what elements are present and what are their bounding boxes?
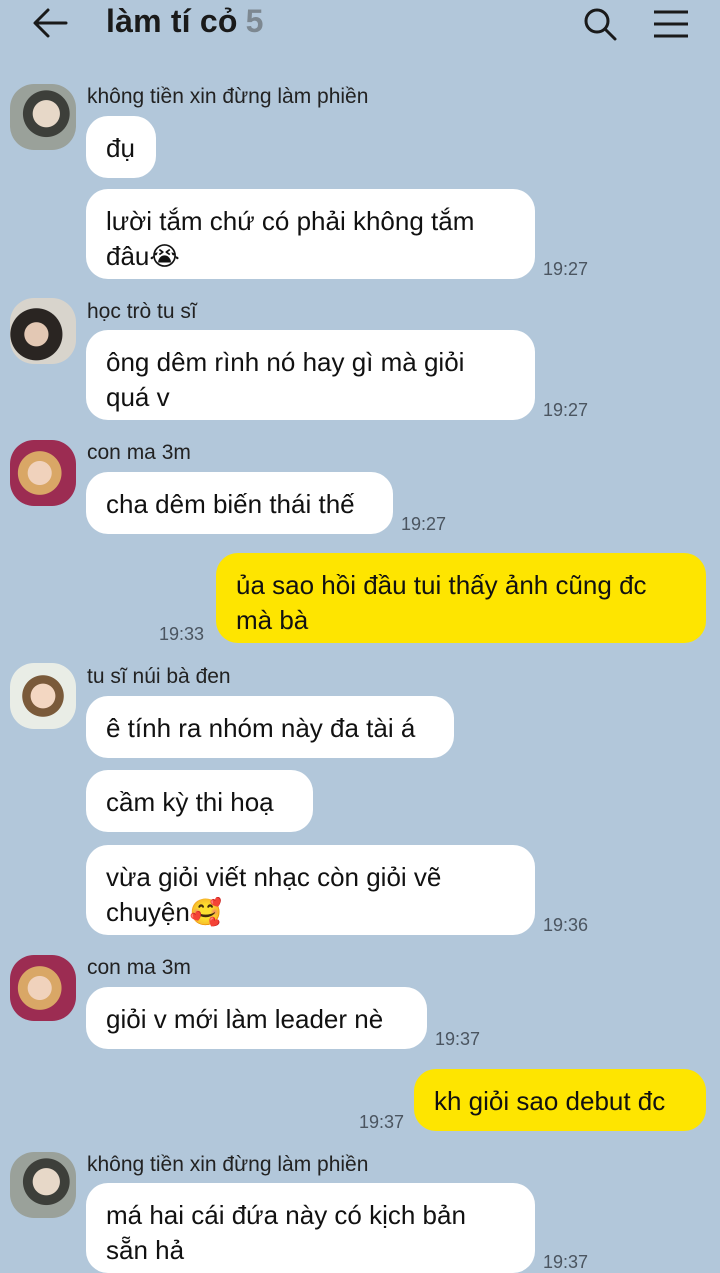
sender-name: con ma 3m: [87, 441, 191, 464]
message-bubble[interactable]: giỏi v mới làm leader nè: [86, 987, 427, 1049]
hamburger-menu-icon[interactable]: [650, 6, 692, 42]
message-text-line: sẵn hả: [106, 1235, 185, 1265]
message-time: 19:27: [543, 400, 589, 420]
message-text-line: vừa giỏi viết nhạc còn giỏi vẽ: [106, 862, 442, 892]
avatar[interactable]: [10, 84, 76, 150]
message-bubble[interactable]: lười tắm chứ có phải không tắm đâu😭: [86, 189, 535, 279]
avatar[interactable]: [10, 663, 76, 729]
sender-name: con ma 3m: [87, 956, 191, 979]
message-text: kh giỏi sao debut đc: [434, 1086, 666, 1116]
message-time: 19:37: [435, 1029, 481, 1049]
my-message-bubble[interactable]: kh giỏi sao debut đc: [414, 1069, 706, 1131]
search-icon[interactable]: [580, 4, 620, 44]
message-time: 19:27: [543, 259, 589, 279]
avatar[interactable]: [10, 440, 76, 506]
message-text: giỏi v mới làm leader nè: [106, 1004, 384, 1034]
my-message-bubble[interactable]: ủa sao hồi đầu tui thấy ảnh cũng đc mà bà: [216, 553, 706, 643]
message-text-line: chuyện🥰: [106, 897, 223, 927]
sender-name: học trò tu sĩ: [87, 300, 197, 323]
message-time: 19:37: [543, 1252, 589, 1272]
message-bubble[interactable]: ông dêm rình nó hay gì mà giỏi quá v: [86, 330, 535, 420]
message-text-line: mà bà: [236, 605, 309, 635]
sender-name: tu sĩ núi bà đen: [87, 665, 231, 688]
message-bubble[interactable]: má hai cái đứa này có kịch bản sẵn hả: [86, 1183, 535, 1273]
message-text: đụ: [106, 133, 135, 163]
message-bubble[interactable]: cha dêm biến thái thế: [86, 472, 393, 534]
sender-name: không tiền xin đừng làm phiền: [87, 1153, 369, 1176]
chat-title: làm tí cỏ 5: [106, 3, 264, 40]
chat-title-text: làm tí cỏ: [106, 3, 238, 39]
message-bubble[interactable]: vừa giỏi viết nhạc còn giỏi vẽ chuyện🥰: [86, 845, 535, 935]
message-text-line: quá v: [106, 382, 170, 412]
message-text-line: ủa sao hồi đầu tui thấy ảnh cũng đc: [236, 570, 647, 600]
message-text: cầm kỳ thi hoạ: [106, 787, 274, 817]
message-time: 19:37: [359, 1112, 405, 1132]
message-text: ê tính ra nhóm này đa tài á: [106, 713, 416, 743]
message-text: cha dêm biến thái thế: [106, 489, 355, 519]
avatar[interactable]: [10, 955, 76, 1021]
message-time: 19:27: [401, 514, 447, 534]
message-text-line: ông dêm rình nó hay gì mà giỏi: [106, 347, 465, 377]
arrow-left-icon[interactable]: [30, 6, 70, 40]
message-bubble[interactable]: cầm kỳ thi hoạ: [86, 770, 313, 832]
message-text-line: má hai cái đứa này có kịch bản: [106, 1200, 466, 1230]
message-time: 19:33: [159, 624, 205, 644]
member-count: 5: [245, 3, 264, 39]
avatar[interactable]: [10, 298, 76, 364]
message-text-line: lười tắm chứ có phải không tắm: [106, 206, 475, 236]
chat-header: làm tí cỏ 5: [0, 0, 720, 46]
avatar[interactable]: [10, 1152, 76, 1218]
message-text-line: đâu😭: [106, 241, 180, 271]
sender-name: không tiền xin đừng làm phiền: [87, 85, 369, 108]
message-bubble[interactable]: đụ: [86, 116, 156, 178]
message-time: 19:36: [543, 915, 589, 935]
message-bubble[interactable]: ê tính ra nhóm này đa tài á: [86, 696, 454, 758]
